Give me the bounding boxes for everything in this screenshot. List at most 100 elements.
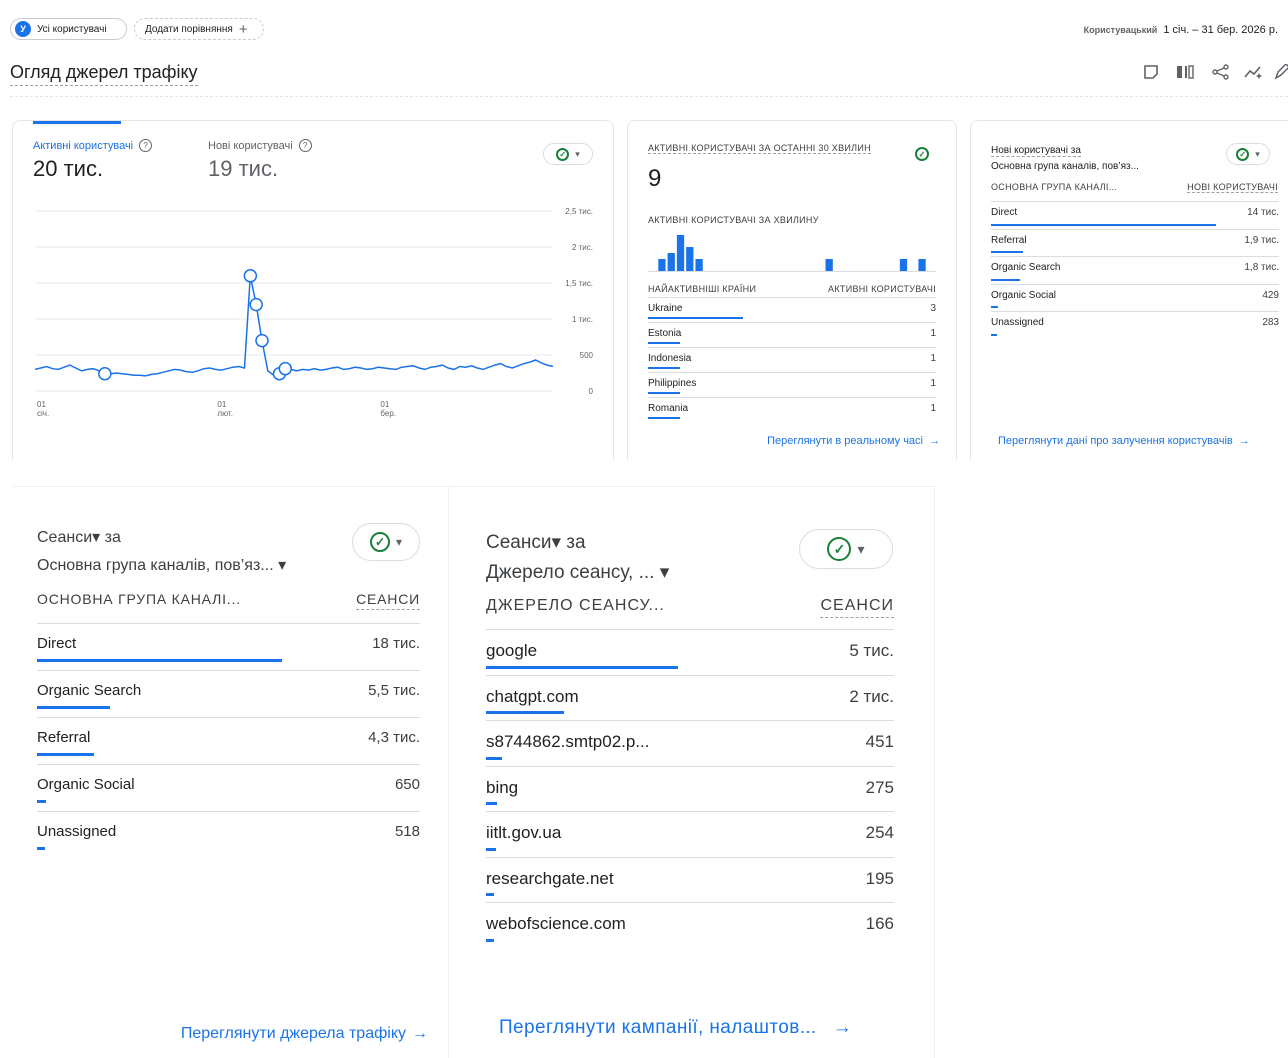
table-row[interactable]: Organic Social 650 xyxy=(37,764,420,811)
row-value: 518 xyxy=(394,823,420,840)
row-share-bar xyxy=(991,251,1023,253)
data-point[interactable] xyxy=(278,361,293,376)
view-acquisition-link[interactable]: Переглянути дані про залучення користува… xyxy=(998,435,1250,447)
table-row[interactable]: Unassigned 518 xyxy=(37,811,420,858)
row-share-bar xyxy=(37,800,46,803)
chevron-down-icon: ▾ xyxy=(575,148,580,159)
table-row[interactable]: Unassigned 283 xyxy=(991,311,1279,339)
table-row[interactable]: Organic Social 429 xyxy=(991,284,1279,312)
table-row[interactable]: chatgpt.com 2 тис. xyxy=(486,675,894,721)
row-value: 1 xyxy=(930,403,936,414)
table-row[interactable]: google 5 тис. xyxy=(486,629,894,675)
minute-bar[interactable] xyxy=(695,259,703,271)
sessions-column-header: Сеанси xyxy=(356,591,420,610)
sessions-column-header: Сеанси xyxy=(820,597,894,618)
realtime-value: 9 xyxy=(648,165,662,192)
segment-chip[interactable]: У Усі користувачі xyxy=(10,18,127,40)
comparison-filter-button[interactable]: ✓ ▾ xyxy=(1226,143,1270,165)
sessions-source-card: Сеанси▾ за Джерело сеансу, ... ▾ ✓ ▾ Дже… xyxy=(449,486,935,1058)
sessions-metric-dropdown[interactable]: Сеанси▾ за xyxy=(37,527,121,547)
row-value: 1,9 тис. xyxy=(1244,234,1279,246)
minute-bar[interactable] xyxy=(658,259,666,271)
countries-table: Ukraine 3 Estonia 1 Indonesia 1 Philippines 1 Ro… xyxy=(648,297,936,427)
table-row[interactable]: Organic Search 5,5 тис. xyxy=(37,670,420,717)
edit-icon[interactable] xyxy=(1274,64,1288,80)
row-share-bar xyxy=(991,333,997,336)
insights-icon[interactable] xyxy=(1244,64,1264,80)
table-row[interactable]: Direct 14 тис. xyxy=(991,201,1279,229)
page-title: Огляд джерел трафіку xyxy=(10,62,198,87)
row-label: Organic Search xyxy=(991,262,1061,273)
minute-bar[interactable] xyxy=(667,253,675,271)
x-tick-month: лют. xyxy=(217,409,233,418)
table-row[interactable]: Indonesia 1 xyxy=(648,347,936,372)
compare-columns-icon[interactable] xyxy=(1176,64,1194,80)
channel-column-header: Основна група каналі... xyxy=(37,591,241,607)
realtime-card: Активні користувачі за останні 30 хвилин… xyxy=(627,120,957,460)
comparison-filter-button[interactable]: ✓ ▾ xyxy=(543,143,593,165)
row-label: google xyxy=(486,641,538,660)
help-icon[interactable]: ? xyxy=(139,139,153,152)
row-share-bar xyxy=(486,802,497,805)
minute-bar[interactable] xyxy=(899,259,908,271)
tab-new-users[interactable]: Нові користувачі ? 19 тис. xyxy=(208,139,312,182)
view-traffic-sources-link[interactable]: Переглянути джерела трафіку → xyxy=(181,1025,428,1043)
sessions-channel-card: Сеанси▾ за Основна група каналів, пов’яз… xyxy=(12,486,449,1058)
arrow-right-icon: → xyxy=(929,435,940,447)
table-row[interactable]: Romania 1 xyxy=(648,397,936,422)
sessions-dimension-dropdown[interactable]: Основна група каналів, пов’яз... ▾ xyxy=(37,555,286,575)
date-range-picker[interactable]: Користувацький 1 січ. – 31 бер. 2026 р. xyxy=(1084,24,1278,36)
table-row[interactable]: Philippines 1 xyxy=(648,372,936,397)
arrow-right-icon: → xyxy=(832,1017,853,1038)
add-comparison-button[interactable]: Додати порівняння + xyxy=(134,18,264,40)
comparison-filter-button[interactable]: ✓ ▾ xyxy=(799,529,893,569)
comparison-filter-button[interactable]: ✓ ▾ xyxy=(352,523,420,561)
divider xyxy=(10,96,1288,97)
table-row[interactable]: Direct 18 тис. xyxy=(37,623,420,670)
data-point[interactable] xyxy=(255,333,269,348)
table-row[interactable]: s8744862.smtp02.p... 451 xyxy=(486,720,894,766)
minute-bar[interactable] xyxy=(918,259,926,271)
row-label: Organic Search xyxy=(37,682,142,699)
row-label: s8744862.smtp02.p... xyxy=(486,732,650,751)
row-share-bar xyxy=(486,847,496,851)
check-circle-icon: ✓ xyxy=(556,147,570,161)
table-row[interactable]: bing 275 xyxy=(486,766,894,812)
minute-bar[interactable] xyxy=(686,247,694,271)
share-icon[interactable] xyxy=(1212,64,1230,80)
table-row[interactable]: researchgate.net 195 xyxy=(486,857,894,903)
row-label: Unassigned xyxy=(37,823,117,840)
data-point[interactable] xyxy=(249,297,263,312)
table-row[interactable]: Organic Search 1,8 тис. xyxy=(991,256,1279,284)
table-row[interactable]: Referral 1,9 тис. xyxy=(991,229,1279,257)
note-icon[interactable] xyxy=(1143,64,1159,80)
row-value: 14 тис. xyxy=(1247,207,1279,218)
row-share-bar xyxy=(37,847,45,850)
sessions-metric-dropdown[interactable]: Сеанси▾ за xyxy=(486,531,586,554)
source-dimension-dropdown[interactable]: Джерело сеансу, ... ▾ xyxy=(486,561,669,584)
view-realtime-link[interactable]: Переглянути в реальному часі → xyxy=(767,435,940,447)
table-row[interactable]: Referral 4,3 тис. xyxy=(37,717,420,764)
view-campaigns-link[interactable]: Переглянути кампанії, налаштов... → xyxy=(499,1017,852,1039)
new-users-dimension-dropdown[interactable]: Основна група каналів, пов’яз... xyxy=(991,161,1139,172)
row-value: 18 тис. xyxy=(372,635,420,652)
active-users-value: 20 тис. xyxy=(33,156,104,181)
help-icon[interactable]: ? xyxy=(298,139,312,152)
row-label: researchgate.net xyxy=(486,868,614,888)
y-tick-label: 500 xyxy=(580,351,594,360)
row-share-bar xyxy=(37,706,110,709)
data-point[interactable] xyxy=(98,366,112,381)
view-realtime-label: Переглянути в реальному часі xyxy=(767,435,923,447)
tab-active-users[interactable]: Активні користувачі ? 20 тис. xyxy=(33,139,153,182)
table-row[interactable]: Ukraine 3 xyxy=(648,297,936,322)
minute-bar[interactable] xyxy=(825,259,833,271)
new-users-title-metric[interactable]: Нові користувачі за xyxy=(991,145,1081,157)
table-row[interactable]: webofscience.com 166 xyxy=(486,902,894,948)
table-row[interactable]: Estonia 1 xyxy=(648,322,936,347)
minute-bar[interactable] xyxy=(676,235,685,271)
chevron-down-icon: ▾ xyxy=(857,540,865,557)
row-value: 5 тис. xyxy=(849,641,894,660)
table-row[interactable]: iitlt.gov.ua 254 xyxy=(486,811,894,857)
data-point[interactable] xyxy=(243,269,258,283)
row-label: Romania xyxy=(648,403,689,414)
